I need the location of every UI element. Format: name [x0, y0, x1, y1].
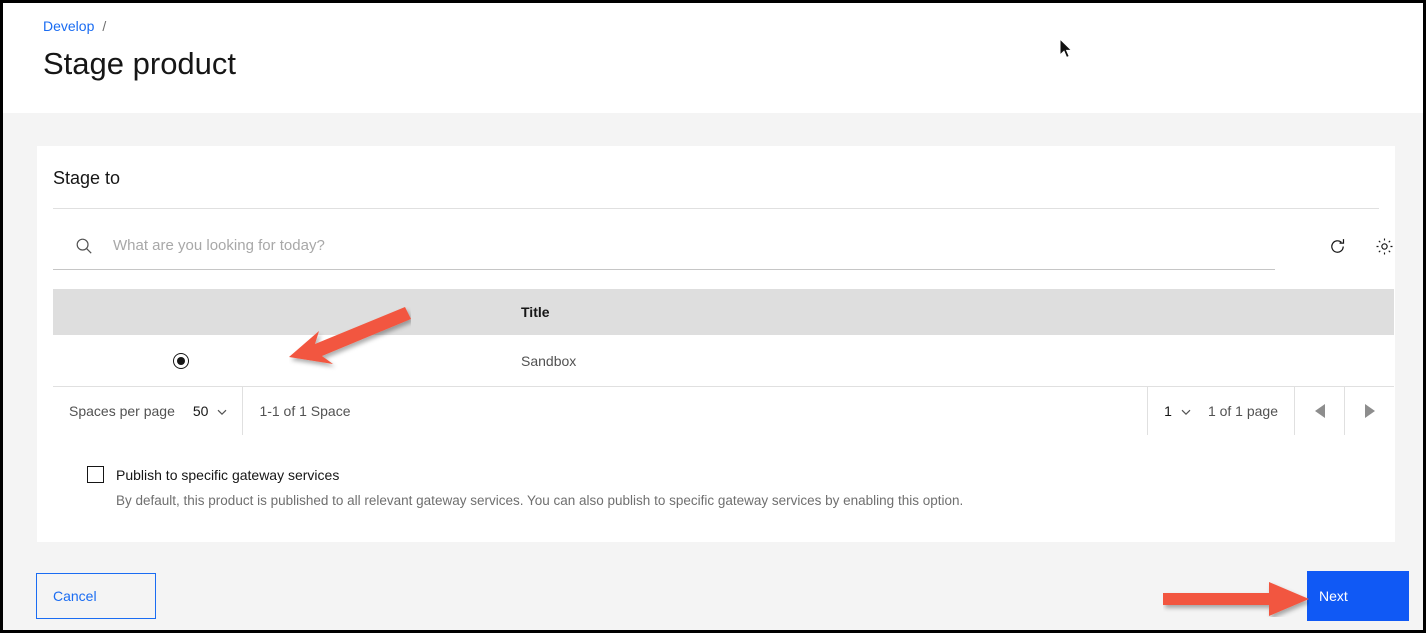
pagination-bar: Spaces per page 50 1-1 of 1 Space 1: [53, 387, 1394, 435]
search-input[interactable]: [113, 237, 1213, 254]
publish-gateway-help-text: By default, this product is published to…: [116, 492, 1377, 510]
pagination-range-text: 1-1 of 1 Space: [243, 403, 350, 419]
annotation-arrow-next: [1163, 581, 1309, 617]
stage-product-screen: Develop / Stage product Stage to: [0, 0, 1426, 633]
breadcrumb-item-develop[interactable]: Develop: [43, 16, 94, 36]
publish-gateway-label[interactable]: Publish to specific gateway services: [116, 467, 339, 483]
table-row[interactable]: Sandbox: [53, 335, 1394, 387]
pagination-right: 1 1 of 1 page: [1147, 387, 1394, 435]
publish-gateway-row: Publish to specific gateway services: [87, 466, 1377, 483]
pagination-page-group: 1 1 of 1 page: [1147, 387, 1294, 435]
gear-icon[interactable]: [1370, 232, 1398, 260]
table-cell-title: Sandbox: [521, 353, 1394, 369]
space-radio-sandbox[interactable]: [173, 353, 189, 369]
caret-left-icon: [1315, 404, 1325, 418]
next-button[interactable]: Next: [1307, 571, 1409, 621]
chevron-down-icon: [1180, 405, 1192, 417]
breadcrumb: Develop /: [43, 16, 106, 36]
caret-right-icon: [1365, 404, 1375, 418]
page-header: Develop / Stage product: [3, 3, 1423, 113]
search-icon: [75, 237, 93, 255]
card-title: Stage to: [53, 166, 120, 190]
search-box[interactable]: [53, 222, 1275, 270]
page-select[interactable]: 1: [1164, 403, 1192, 419]
publish-gateway-checkbox[interactable]: [87, 466, 104, 483]
per-page-select[interactable]: 50: [193, 403, 229, 419]
search-row: [53, 222, 1379, 270]
page-value: 1: [1164, 403, 1172, 419]
card-divider: [53, 208, 1379, 209]
cancel-button[interactable]: Cancel: [36, 573, 156, 619]
stage-to-card: Stage to: [37, 146, 1395, 542]
per-page-value: 50: [193, 403, 209, 419]
refresh-icon[interactable]: [1323, 232, 1351, 260]
mouse-cursor: [1059, 38, 1073, 59]
page-count-text: 1 of 1 page: [1208, 403, 1278, 419]
per-page-label: Spaces per page: [69, 403, 175, 419]
publish-gateway-option: Publish to specific gateway services By …: [87, 466, 1377, 510]
table-header-row: Title: [53, 289, 1394, 335]
table-cell-select: [53, 353, 521, 369]
page-title: Stage product: [43, 43, 236, 85]
pagination-previous-button[interactable]: [1294, 387, 1344, 435]
pagination-next-button[interactable]: [1344, 387, 1394, 435]
breadcrumb-separator: /: [102, 16, 106, 36]
chevron-down-icon: [216, 405, 228, 417]
spaces-table: Title Sandbox: [53, 289, 1394, 387]
pagination-per-page: Spaces per page 50: [53, 387, 243, 435]
table-header-title: Title: [521, 304, 1394, 320]
